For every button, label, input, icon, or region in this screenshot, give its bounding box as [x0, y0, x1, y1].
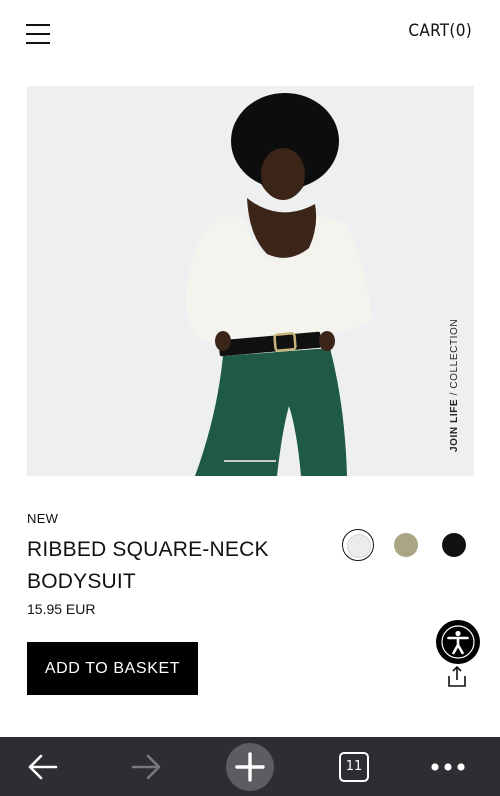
carousel-indicator [224, 460, 276, 462]
new-tab-plus-icon[interactable] [220, 737, 280, 796]
forward-arrow-icon[interactable] [116, 737, 176, 796]
accessibility-icon [441, 625, 475, 659]
swatch-white[interactable] [342, 529, 374, 561]
browser-toolbar: 11 [0, 737, 500, 796]
swatch-khaki-color [394, 533, 418, 557]
swatch-white-color [347, 534, 371, 558]
collection-tag: JOIN LIFE / COLLECTION [449, 318, 460, 452]
product-image[interactable]: JOIN LIFE / COLLECTION [27, 86, 474, 476]
swatch-khaki[interactable] [390, 529, 422, 561]
hamburger-menu-icon[interactable] [26, 24, 52, 44]
color-swatches [340, 529, 480, 561]
product-title: RIBBED SQUARE-NECK BODYSUIT [27, 538, 269, 593]
back-arrow-icon[interactable] [13, 737, 73, 796]
tab-count: 11 [339, 751, 369, 782]
share-icon[interactable] [446, 664, 468, 688]
product-price: 15.95 EUR [27, 601, 96, 617]
add-to-basket-button[interactable]: ADD TO BASKET [27, 642, 198, 695]
more-options-icon[interactable] [418, 737, 478, 796]
model-photo-illustration [185, 93, 372, 476]
product-info: NEW RIBBED SQUARE-NECK BODYSUIT 15.95 EU… [27, 511, 327, 617]
header: CART(0) [0, 0, 500, 70]
swatch-black-color [442, 533, 466, 557]
new-badge: NEW [27, 511, 59, 526]
swatch-black[interactable] [438, 529, 470, 561]
accessibility-button[interactable] [436, 620, 480, 664]
tabs-switcher[interactable]: 11 [324, 737, 384, 796]
cart-link[interactable]: CART(0) [408, 21, 472, 41]
